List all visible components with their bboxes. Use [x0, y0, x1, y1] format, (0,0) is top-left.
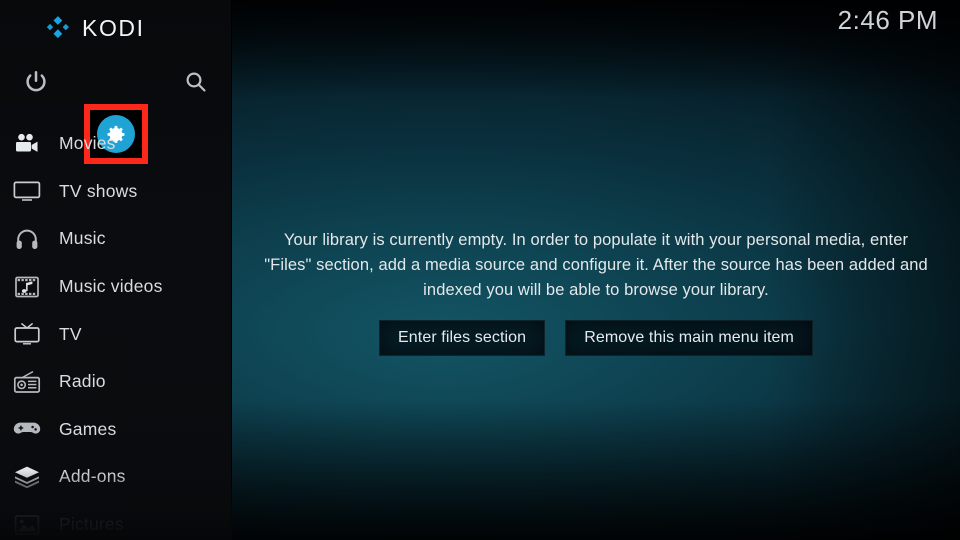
film-note-icon [10, 272, 44, 302]
sidebar-item-label: Games [59, 418, 117, 439]
sidebar-item-label: Pictures [59, 514, 124, 535]
sidebar-item-label: Radio [59, 371, 106, 392]
search-icon [186, 72, 206, 92]
gamepad-icon [10, 414, 44, 444]
sidebar-item-movies[interactable]: Movies [0, 120, 232, 168]
headphones-icon [10, 224, 44, 254]
brand-name: KODI [82, 15, 145, 41]
sidebar-item-music[interactable]: Music [0, 215, 232, 263]
television-icon [10, 176, 44, 206]
empty-library-panel: Your library is currently empty. In orde… [232, 228, 960, 356]
empty-library-message: Your library is currently empty. In orde… [264, 231, 928, 299]
radio-icon [10, 367, 44, 397]
remove-main-menu-item-button[interactable]: Remove this main menu item [565, 320, 813, 356]
empty-library-actions: Enter files section Remove this main men… [379, 320, 813, 356]
kodi-home-screen: KODI Movies TV shows Music Music videos … [0, 0, 960, 540]
movie-camera-icon [10, 129, 44, 159]
sidebar-menu: Movies TV shows Music Music videos TV Ra… [0, 120, 232, 540]
sidebar-item-label: TV shows [59, 180, 138, 201]
sidebar-item-tv[interactable]: TV [0, 310, 232, 358]
sidebar-item-add-ons[interactable]: Add-ons [0, 453, 232, 501]
power-button[interactable] [6, 52, 66, 112]
sidebar-item-label: Movies [59, 133, 116, 154]
tv-antenna-icon [10, 319, 44, 349]
top-icon-row [0, 52, 232, 164]
main-content: Your library is currently empty. In orde… [232, 0, 960, 540]
enter-files-section-button[interactable]: Enter files section [379, 320, 546, 356]
kodi-logo-icon [46, 16, 69, 39]
power-icon [26, 70, 46, 92]
sidebar-item-music-videos[interactable]: Music videos [0, 263, 232, 311]
search-button[interactable] [166, 52, 226, 112]
sidebar-item-label: Add-ons [59, 466, 126, 487]
sidebar-item-games[interactable]: Games [0, 406, 232, 454]
sidebar-item-label: TV [59, 323, 82, 344]
sidebar-item-label: Music [59, 228, 106, 249]
picture-icon [10, 510, 44, 540]
sidebar-item-label: Music videos [59, 276, 163, 297]
sidebar: KODI Movies TV shows Music Music videos … [0, 0, 232, 540]
sidebar-item-radio[interactable]: Radio [0, 358, 232, 406]
addons-box-icon [10, 462, 44, 492]
sidebar-item-pictures[interactable]: Pictures [0, 501, 232, 540]
clock: 2:46 PM [837, 5, 938, 35]
sidebar-item-tv-shows[interactable]: TV shows [0, 168, 232, 216]
brand: KODI [44, 14, 145, 42]
